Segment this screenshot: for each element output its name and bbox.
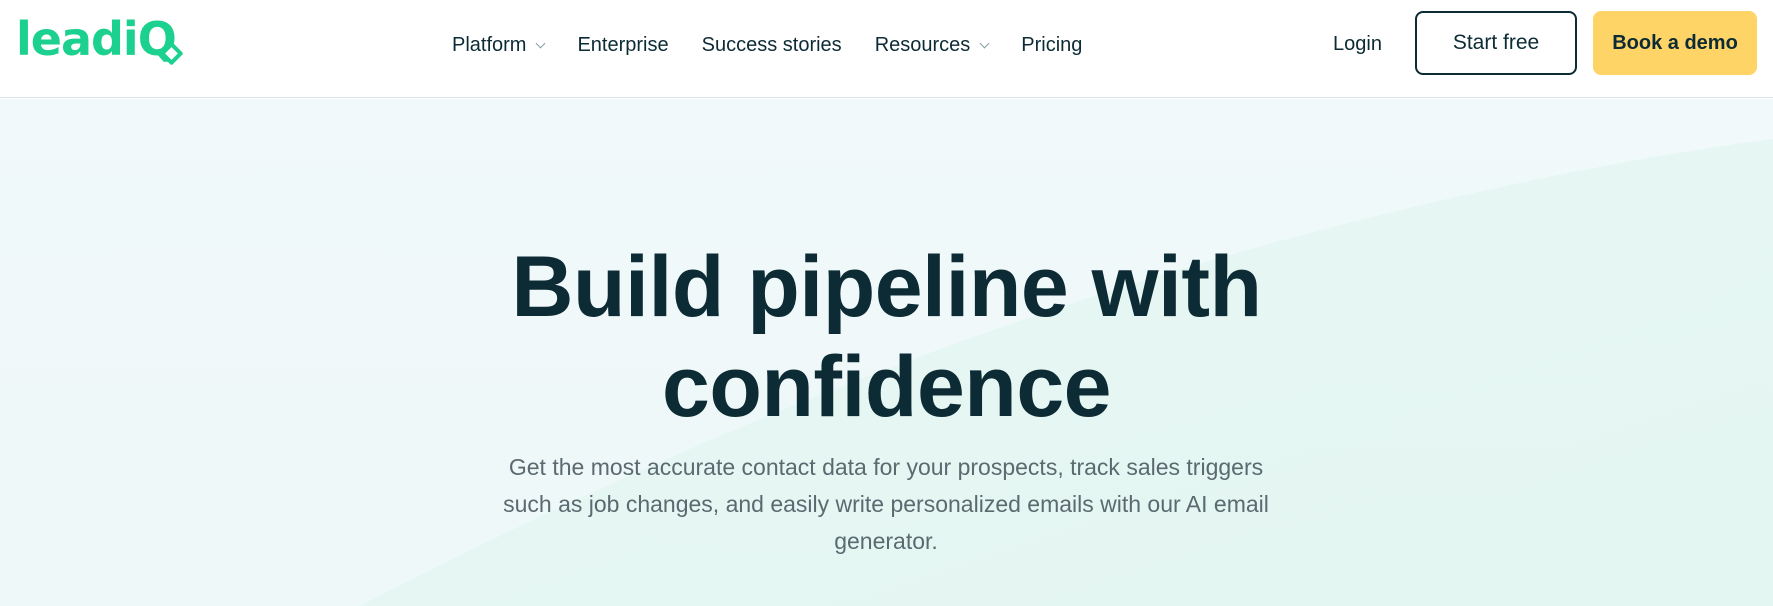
book-demo-button[interactable]: Book a demo	[1593, 11, 1757, 75]
nav-item-label: Platform	[452, 33, 527, 56]
hero-subtitle: Get the most accurate contact data for y…	[503, 454, 1269, 554]
nav-item-label: Resources	[874, 33, 971, 56]
login-link[interactable]: Login	[1333, 33, 1382, 56]
hero-title-line-2: confidence	[662, 339, 1111, 435]
leadiq-logo[interactable]: leadi Q	[16, 12, 177, 68]
hero-section: Build pipeline with confidence Get the m…	[0, 99, 1773, 606]
start-free-button[interactable]: Start free	[1415, 11, 1577, 75]
nav-item-pricing[interactable]: Pricing	[1021, 34, 1082, 57]
logo-q-mark: Q	[137, 12, 177, 66]
nav-item-enterprise[interactable]: Enterprise	[577, 34, 668, 57]
hero-title-line-1: Build pipeline with	[511, 239, 1262, 335]
nav-item-label: Success stories	[701, 33, 842, 56]
chevron-down-icon	[536, 38, 546, 48]
nav-item-resources[interactable]: Resources	[874, 33, 990, 57]
chevron-down-icon	[979, 38, 990, 48]
nav-item-platform[interactable]: Platform	[452, 33, 546, 57]
nav-item-success-stories[interactable]: Success stories	[702, 34, 842, 57]
site-header: leadi Q Platform Enterprise Success stori…	[0, 0, 1773, 98]
nav-item-label: Pricing	[1021, 33, 1083, 56]
logo-wordmark: leadi	[16, 12, 139, 66]
nav-item-label: Enterprise	[577, 33, 669, 56]
main-nav: Platform Enterprise Success stories Reso…	[452, 0, 1115, 90]
hero-title: Build pipeline with confidence	[0, 237, 1773, 437]
